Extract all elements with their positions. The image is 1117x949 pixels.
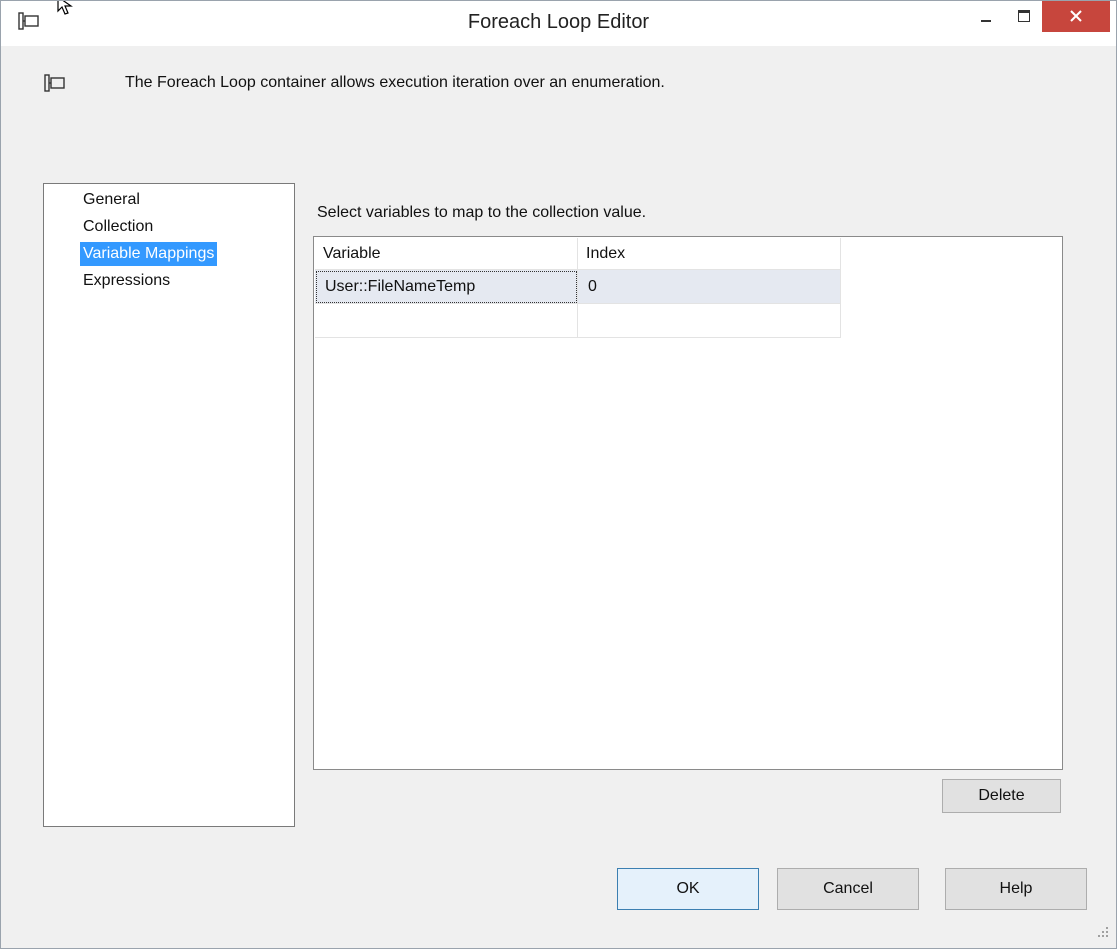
help-button[interactable]: Help bbox=[945, 868, 1087, 910]
header-description: The Foreach Loop container allows execut… bbox=[125, 74, 665, 91]
dialog-client-area: The Foreach Loop container allows execut… bbox=[1, 46, 1116, 948]
nav-item-collection[interactable]: Collection bbox=[80, 215, 156, 239]
minimize-button[interactable] bbox=[961, 1, 1007, 32]
close-button[interactable] bbox=[1042, 1, 1110, 32]
cell-variable[interactable] bbox=[315, 304, 578, 338]
cell-variable[interactable]: User::FileNameTemp bbox=[315, 270, 578, 304]
foreach-loop-editor-window: Foreach Loop Editor The Foreach Loop con… bbox=[0, 0, 1117, 949]
page-navigation-list: General Collection Variable Mappings Exp… bbox=[43, 183, 295, 827]
close-icon bbox=[1070, 10, 1082, 22]
delete-button[interactable]: Delete bbox=[942, 779, 1061, 813]
title-bar[interactable]: Foreach Loop Editor bbox=[1, 1, 1116, 46]
cell-index[interactable] bbox=[578, 304, 841, 338]
mappings-instruction: Select variables to map to the collectio… bbox=[317, 204, 647, 221]
cell-index[interactable]: 0 bbox=[578, 270, 841, 304]
nav-item-expressions[interactable]: Expressions bbox=[80, 269, 173, 293]
cancel-button[interactable]: Cancel bbox=[777, 868, 919, 910]
nav-item-general[interactable]: General bbox=[80, 188, 143, 212]
variable-mappings-grid[interactable]: Variable Index User::FileNameTemp 0 bbox=[313, 236, 1063, 770]
foreach-loop-header-icon bbox=[44, 74, 65, 92]
ok-button[interactable]: OK bbox=[617, 868, 759, 910]
resize-grip-icon[interactable] bbox=[1095, 924, 1109, 938]
window-title: Foreach Loop Editor bbox=[467, 11, 650, 33]
column-header-index[interactable]: Index bbox=[578, 238, 841, 270]
maximize-button[interactable] bbox=[1007, 1, 1041, 32]
column-header-variable[interactable]: Variable bbox=[315, 238, 578, 270]
nav-item-variable-mappings[interactable]: Variable Mappings bbox=[80, 242, 218, 266]
